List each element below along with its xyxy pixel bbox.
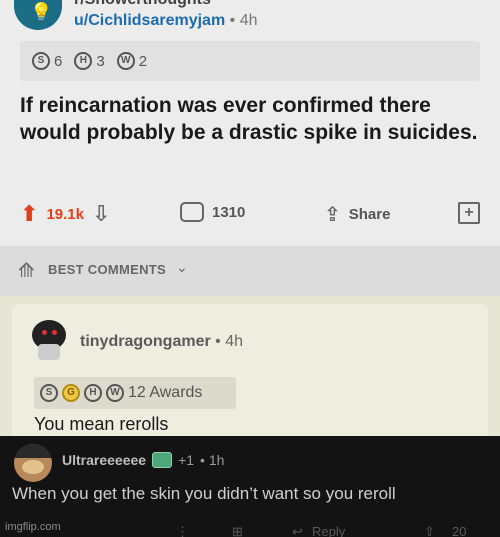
comment: Ultrareeeeee +1 • 1h When you get the sk… xyxy=(0,436,500,537)
comment-actions: ⋮ ⊞ ↩ Reply ⇧ 20 xyxy=(0,524,500,537)
comment-card: tinydragongamer • 4h S G H W 12 Awards Y… xyxy=(12,304,488,444)
comment-meta: tinydragongamer • 4h xyxy=(80,333,243,351)
comment-meta: Ultrareeeeee +1 • 1h xyxy=(62,452,224,468)
avatar-face xyxy=(22,460,44,474)
awards-label: 12 Awards xyxy=(128,384,203,401)
post-meta: u/Cichlidsaremyjam • 4h xyxy=(74,12,257,30)
avatar-eye xyxy=(52,330,57,335)
helpful-award-icon: H xyxy=(74,52,93,70)
subreddit-avatar[interactable]: 💡 xyxy=(14,0,62,30)
award-count: 6 xyxy=(54,52,63,70)
reply-button[interactable]: Reply xyxy=(312,524,345,537)
post-score: 19.1k xyxy=(46,206,84,223)
award-icon xyxy=(152,452,173,468)
comment-age: • 4h xyxy=(215,333,243,350)
comment-upvotes: 20 xyxy=(452,524,467,537)
post-card: 💡 r/Showerthoughts u/Cichlidsaremyjam • … xyxy=(0,0,500,246)
comment-awards[interactable]: S G H W 12 Awards xyxy=(34,377,236,409)
more-options-icon[interactable]: ⋮ xyxy=(176,524,189,537)
reply-arrow-icon[interactable]: ↩ xyxy=(292,524,303,537)
comment-text: When you get the skin you didn’t want so… xyxy=(12,484,396,503)
comments-button[interactable]: 1310 xyxy=(180,202,245,222)
wholesome-award-icon: W xyxy=(106,384,124,402)
post-author[interactable]: u/Cichlidsaremyjam xyxy=(74,12,225,29)
avatar-hat xyxy=(14,444,52,458)
avatar-body xyxy=(38,344,60,360)
helpful-award-icon: H xyxy=(84,384,102,402)
avatar[interactable] xyxy=(28,314,68,360)
silver-award-icon: S xyxy=(32,52,50,70)
comment-author[interactable]: tinydragongamer xyxy=(80,333,211,350)
comment: tinydragongamer • 4h S G H W 12 Awards Y… xyxy=(0,296,500,444)
gold-award-icon: G xyxy=(62,384,80,402)
comments-count: 1310 xyxy=(212,203,246,221)
chevron-down-icon[interactable]: ⌄ xyxy=(176,260,188,276)
comment-author[interactable]: Ultrareeeeee xyxy=(62,452,146,468)
post-title[interactable]: If reincarnation was ever confirmed ther… xyxy=(20,92,480,146)
upvote-arrow-icon[interactable]: ⬆ xyxy=(20,202,38,227)
award-count: 3 xyxy=(96,52,105,70)
upvote-arrow-icon[interactable]: ⇧ xyxy=(424,524,435,537)
downvote-arrow-icon[interactable]: ⇩ xyxy=(92,202,110,227)
comment-bubble-icon xyxy=(180,202,204,222)
silver-award-icon: S xyxy=(40,384,58,402)
vote-group: ⬆ 19.1k ⇩ xyxy=(20,202,110,227)
comment-text: You mean rerolls xyxy=(34,414,169,434)
comment-score: +1 xyxy=(178,452,195,468)
rocket-icon: ⟰ xyxy=(18,258,35,282)
wholesome-award-icon: W xyxy=(116,52,135,70)
lightbulb-icon: 💡 xyxy=(30,2,53,23)
post-awards[interactable]: S 6 H 3 W 2 xyxy=(20,41,480,81)
post-actions: ⬆ 19.1k ⇩ 1310 ⇪ Share + xyxy=(0,198,500,234)
award-button[interactable]: + xyxy=(458,202,480,224)
sort-label[interactable]: BEST COMMENTS xyxy=(48,262,166,277)
watermark: imgflip.com xyxy=(5,521,61,533)
gift-icon[interactable]: ⊞ xyxy=(232,524,243,537)
post-age: 4h xyxy=(239,12,258,29)
share-button[interactable]: ⇪ Share xyxy=(324,202,390,226)
meta-separator: • xyxy=(229,12,236,29)
avatar-eye xyxy=(42,330,47,335)
comment-age: • 1h xyxy=(200,452,225,468)
comment-sort-bar[interactable]: ⟰ BEST COMMENTS ⌄ xyxy=(0,246,500,296)
share-icon: ⇪ xyxy=(324,202,341,226)
subreddit-name[interactable]: r/Showerthoughts xyxy=(74,0,211,9)
gift-icon: + xyxy=(458,202,480,224)
share-label: Share xyxy=(348,205,391,223)
award-count: 2 xyxy=(138,52,148,70)
avatar[interactable] xyxy=(14,444,52,482)
